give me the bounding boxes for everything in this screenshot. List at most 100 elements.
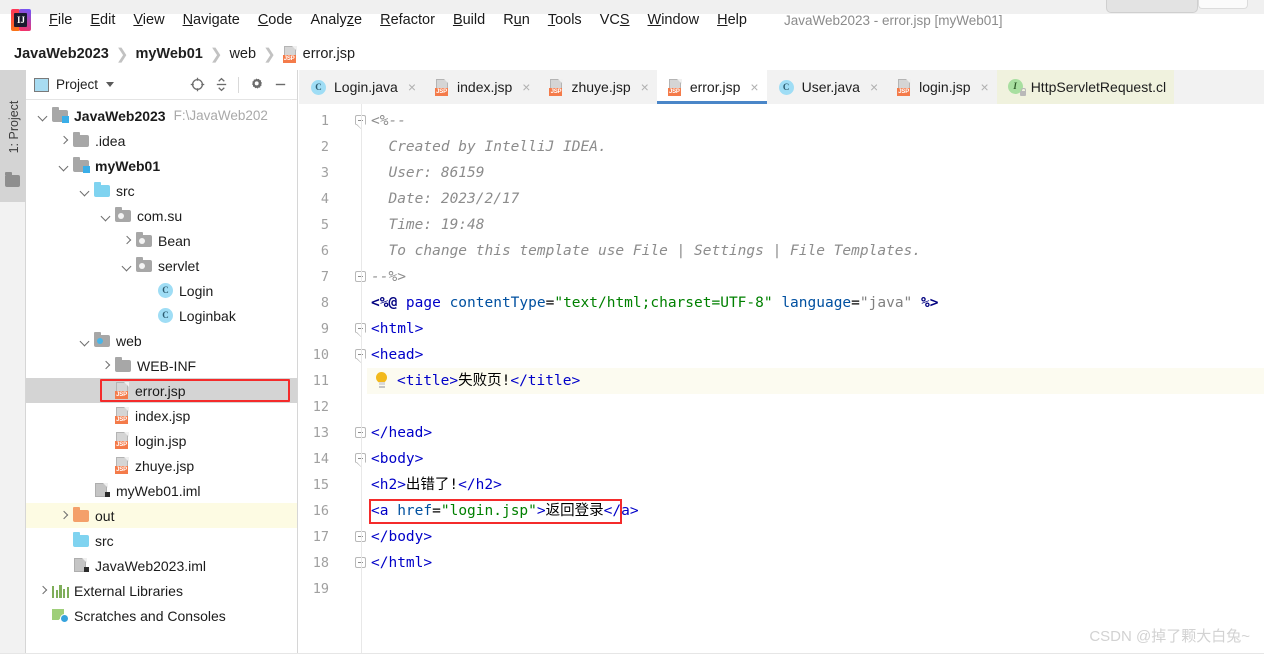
close-icon[interactable]: ×	[870, 79, 878, 95]
jsp-file-icon: JSP	[115, 407, 130, 424]
menu-item-navigate[interactable]: Navigate	[174, 9, 249, 31]
chevron-right-icon[interactable]	[57, 509, 71, 523]
menu-item-run[interactable]: Run	[494, 9, 539, 31]
tree-item-myweb01[interactable]: myWeb01	[26, 153, 297, 178]
code-line-10: <head>	[371, 342, 423, 368]
chevron-right-icon[interactable]	[99, 359, 113, 373]
tree-item-bean[interactable]: Bean	[26, 228, 297, 253]
menu-item-build[interactable]: Build	[444, 9, 494, 31]
tree-item-javaweb2023-iml[interactable]: JavaWeb2023.iml	[26, 553, 297, 578]
line-number: 9	[320, 321, 329, 337]
chevron-right-icon[interactable]	[36, 584, 50, 598]
chevron-down-icon[interactable]	[106, 82, 115, 87]
menu-item-help[interactable]: Help	[708, 9, 756, 31]
line-number: 16	[312, 503, 329, 519]
code-line-1: <%--	[371, 108, 406, 134]
close-icon[interactable]: ×	[641, 79, 649, 95]
editor-tab-error-jsp[interactable]: JSP error.jsp ×	[656, 70, 767, 104]
editor-tab-login-java[interactable]: C Login.java ×	[299, 70, 425, 104]
editor-tab-login-jsp[interactable]: JSP login.jsp ×	[886, 70, 997, 104]
chevron-down-icon[interactable]	[57, 159, 71, 173]
editor-tab-zhuye-jsp[interactable]: JSP zhuye.jsp ×	[538, 70, 657, 104]
jsp-file-icon: JSP	[115, 382, 130, 399]
menu-item-code[interactable]: Code	[249, 9, 302, 31]
tree-item-out[interactable]: out	[26, 503, 297, 528]
chevron-down-icon[interactable]	[78, 334, 92, 348]
menu-item-file[interactable]: File	[40, 9, 81, 31]
java-class-icon: C	[157, 283, 174, 298]
source-folder-icon	[73, 532, 90, 548]
tree-item--idea[interactable]: .idea	[26, 128, 297, 153]
code-editor[interactable]: 1 2 3 4 5 6 7 8 9 10 11 12 13 14 15 16 17 18 19 <%-- Creat…	[299, 104, 1264, 654]
close-icon[interactable]: ×	[750, 79, 758, 95]
breadcrumb-item-javaweb2023[interactable]: JavaWeb2023	[14, 46, 109, 62]
line-number: 17	[312, 529, 329, 545]
tree-item-login[interactable]: C Login	[26, 278, 297, 303]
breadcrumb-label: error.jsp	[302, 46, 356, 62]
minimize-panel-icon[interactable]	[269, 74, 291, 96]
chevron-right-icon[interactable]	[57, 134, 71, 148]
tree-item-index-jsp[interactable]: JSP index.jsp	[26, 403, 297, 428]
close-icon[interactable]: ×	[522, 79, 530, 95]
editor-tab-user-java[interactable]: C User.java ×	[766, 70, 887, 104]
tree-item-loginbak[interactable]: C Loginbak	[26, 303, 297, 328]
code-token: </title>	[510, 373, 581, 389]
menu-item-analyze[interactable]: Analyze	[302, 9, 372, 31]
close-icon[interactable]: ×	[981, 79, 989, 95]
iml-file-icon	[94, 483, 111, 498]
code-token: 出错了!	[405, 477, 459, 493]
tree-item-myweb01-iml[interactable]: myWeb01.iml	[26, 478, 297, 503]
tree-item-servlet[interactable]: servlet	[26, 253, 297, 278]
editor-tab-index-jsp[interactable]: JSP index.jsp ×	[424, 70, 539, 104]
menu-bar: IJ File Edit View Navigate Code Analyze Refact…	[0, 4, 1264, 36]
tree-item-scratches-and-consoles[interactable]: Scratches and Consoles	[26, 603, 297, 628]
tree-item-web-inf[interactable]: WEB-INF	[26, 353, 297, 378]
chevron-right-icon[interactable]	[120, 234, 134, 248]
menu-item-refactor[interactable]: Refactor	[371, 9, 444, 31]
locate-in-tree-icon[interactable]	[186, 74, 208, 96]
gear-settings-icon[interactable]	[245, 74, 267, 96]
line-number: 13	[312, 425, 329, 441]
code-token: Date: 2023/2/17	[371, 191, 520, 207]
tree-item-src[interactable]: src	[26, 528, 297, 553]
tree-item-com-su[interactable]: com.su	[26, 203, 297, 228]
tree-item-src[interactable]: src	[26, 178, 297, 203]
menu-item-window[interactable]: Window	[639, 9, 709, 31]
jsp-file-icon: JSP	[549, 78, 564, 96]
breadcrumb-item-myweb01[interactable]: myWeb01	[135, 46, 202, 62]
menu-item-view[interactable]: View	[124, 9, 173, 31]
chevron-down-icon[interactable]	[36, 109, 50, 123]
tree-item-web[interactable]: web	[26, 328, 297, 353]
tree-item-javaweb2023[interactable]: JavaWeb2023 F:\JavaWeb202	[26, 103, 297, 128]
project-panel-title: Project	[56, 77, 99, 92]
chevron-down-icon[interactable]	[78, 184, 92, 198]
iml-file-icon	[73, 558, 90, 573]
code-line-3: User: 86159	[371, 160, 484, 186]
breadcrumb-label: web	[229, 46, 257, 62]
project-panel-header: Project	[26, 70, 297, 100]
breadcrumb-item-web[interactable]: web	[229, 46, 256, 62]
java-class-icon: C	[157, 308, 174, 323]
tool-window-button-project[interactable]: 1: Project	[0, 70, 26, 202]
close-icon[interactable]: ×	[408, 79, 416, 95]
collapse-all-icon[interactable]	[210, 74, 232, 96]
menu-item-tools[interactable]: Tools	[539, 9, 591, 31]
editor-tab-httpservletrequest-cl[interactable]: I HttpServletRequest.cl	[996, 70, 1175, 104]
menu-item-vcs[interactable]: VCS	[591, 9, 639, 31]
tree-item-login-jsp[interactable]: JSP login.jsp	[26, 428, 297, 453]
tree-item-error-jsp[interactable]: JSP error.jsp	[26, 378, 297, 403]
code-token: <body>	[371, 451, 424, 467]
tree-item-zhuye-jsp[interactable]: JSP zhuye.jsp	[26, 453, 297, 478]
package-icon	[136, 257, 153, 273]
menu-item-edit[interactable]: Edit	[81, 9, 124, 31]
tree-item-label: Bean	[158, 232, 191, 249]
chevron-down-icon[interactable]	[120, 259, 134, 273]
intention-bulb-icon[interactable]	[375, 372, 388, 389]
chevron-down-icon[interactable]	[99, 209, 113, 223]
tree-item-external-libraries[interactable]: External Libraries	[26, 578, 297, 603]
breadcrumb-item-error-jsp[interactable]: JSP error.jsp	[282, 45, 356, 63]
code-content[interactable]: <%-- Created by IntelliJ IDEA. User: 861…	[367, 104, 1264, 654]
tree-item-label: Loginbak	[179, 307, 236, 324]
